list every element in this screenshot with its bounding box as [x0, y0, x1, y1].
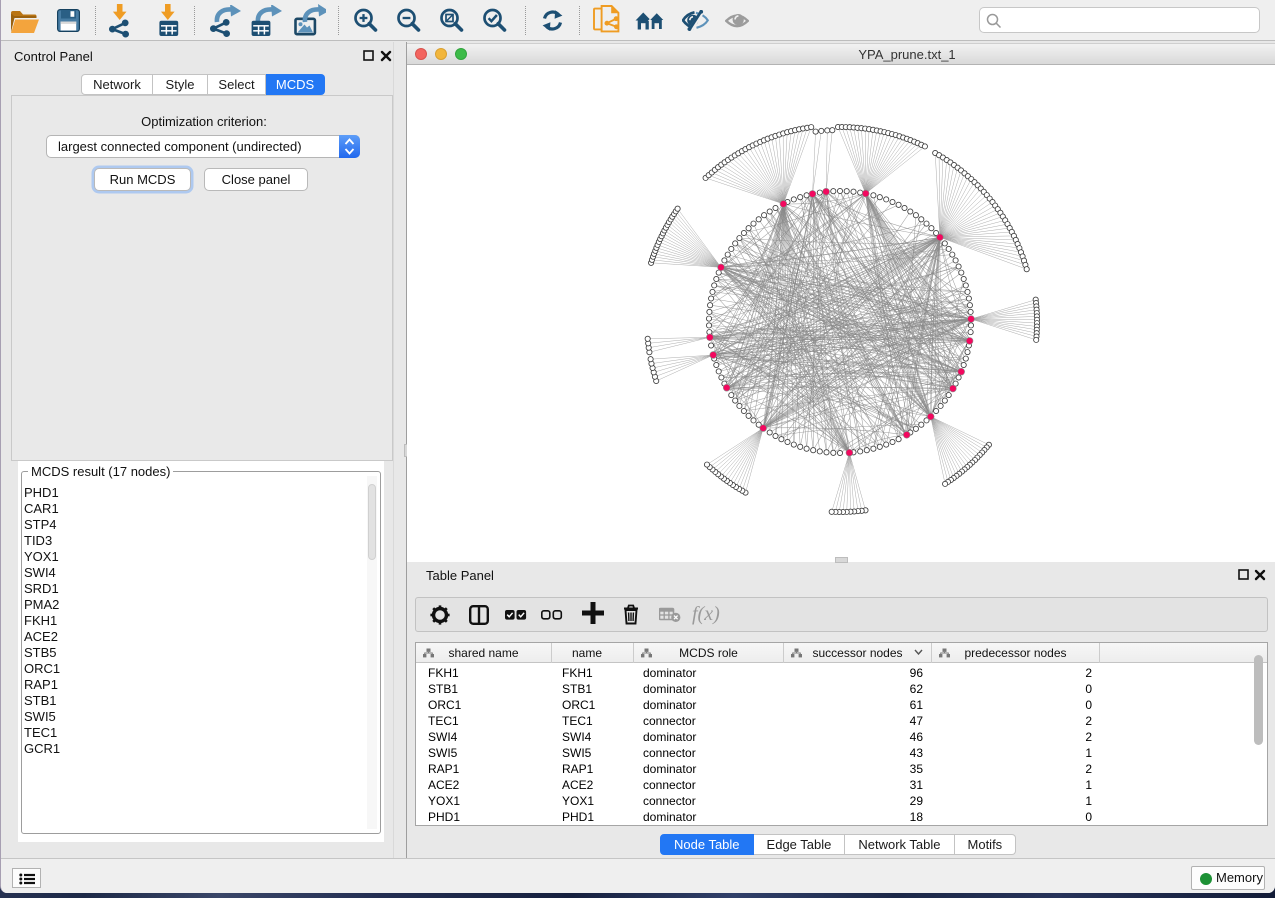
- svg-text:f(x): f(x): [692, 603, 720, 625]
